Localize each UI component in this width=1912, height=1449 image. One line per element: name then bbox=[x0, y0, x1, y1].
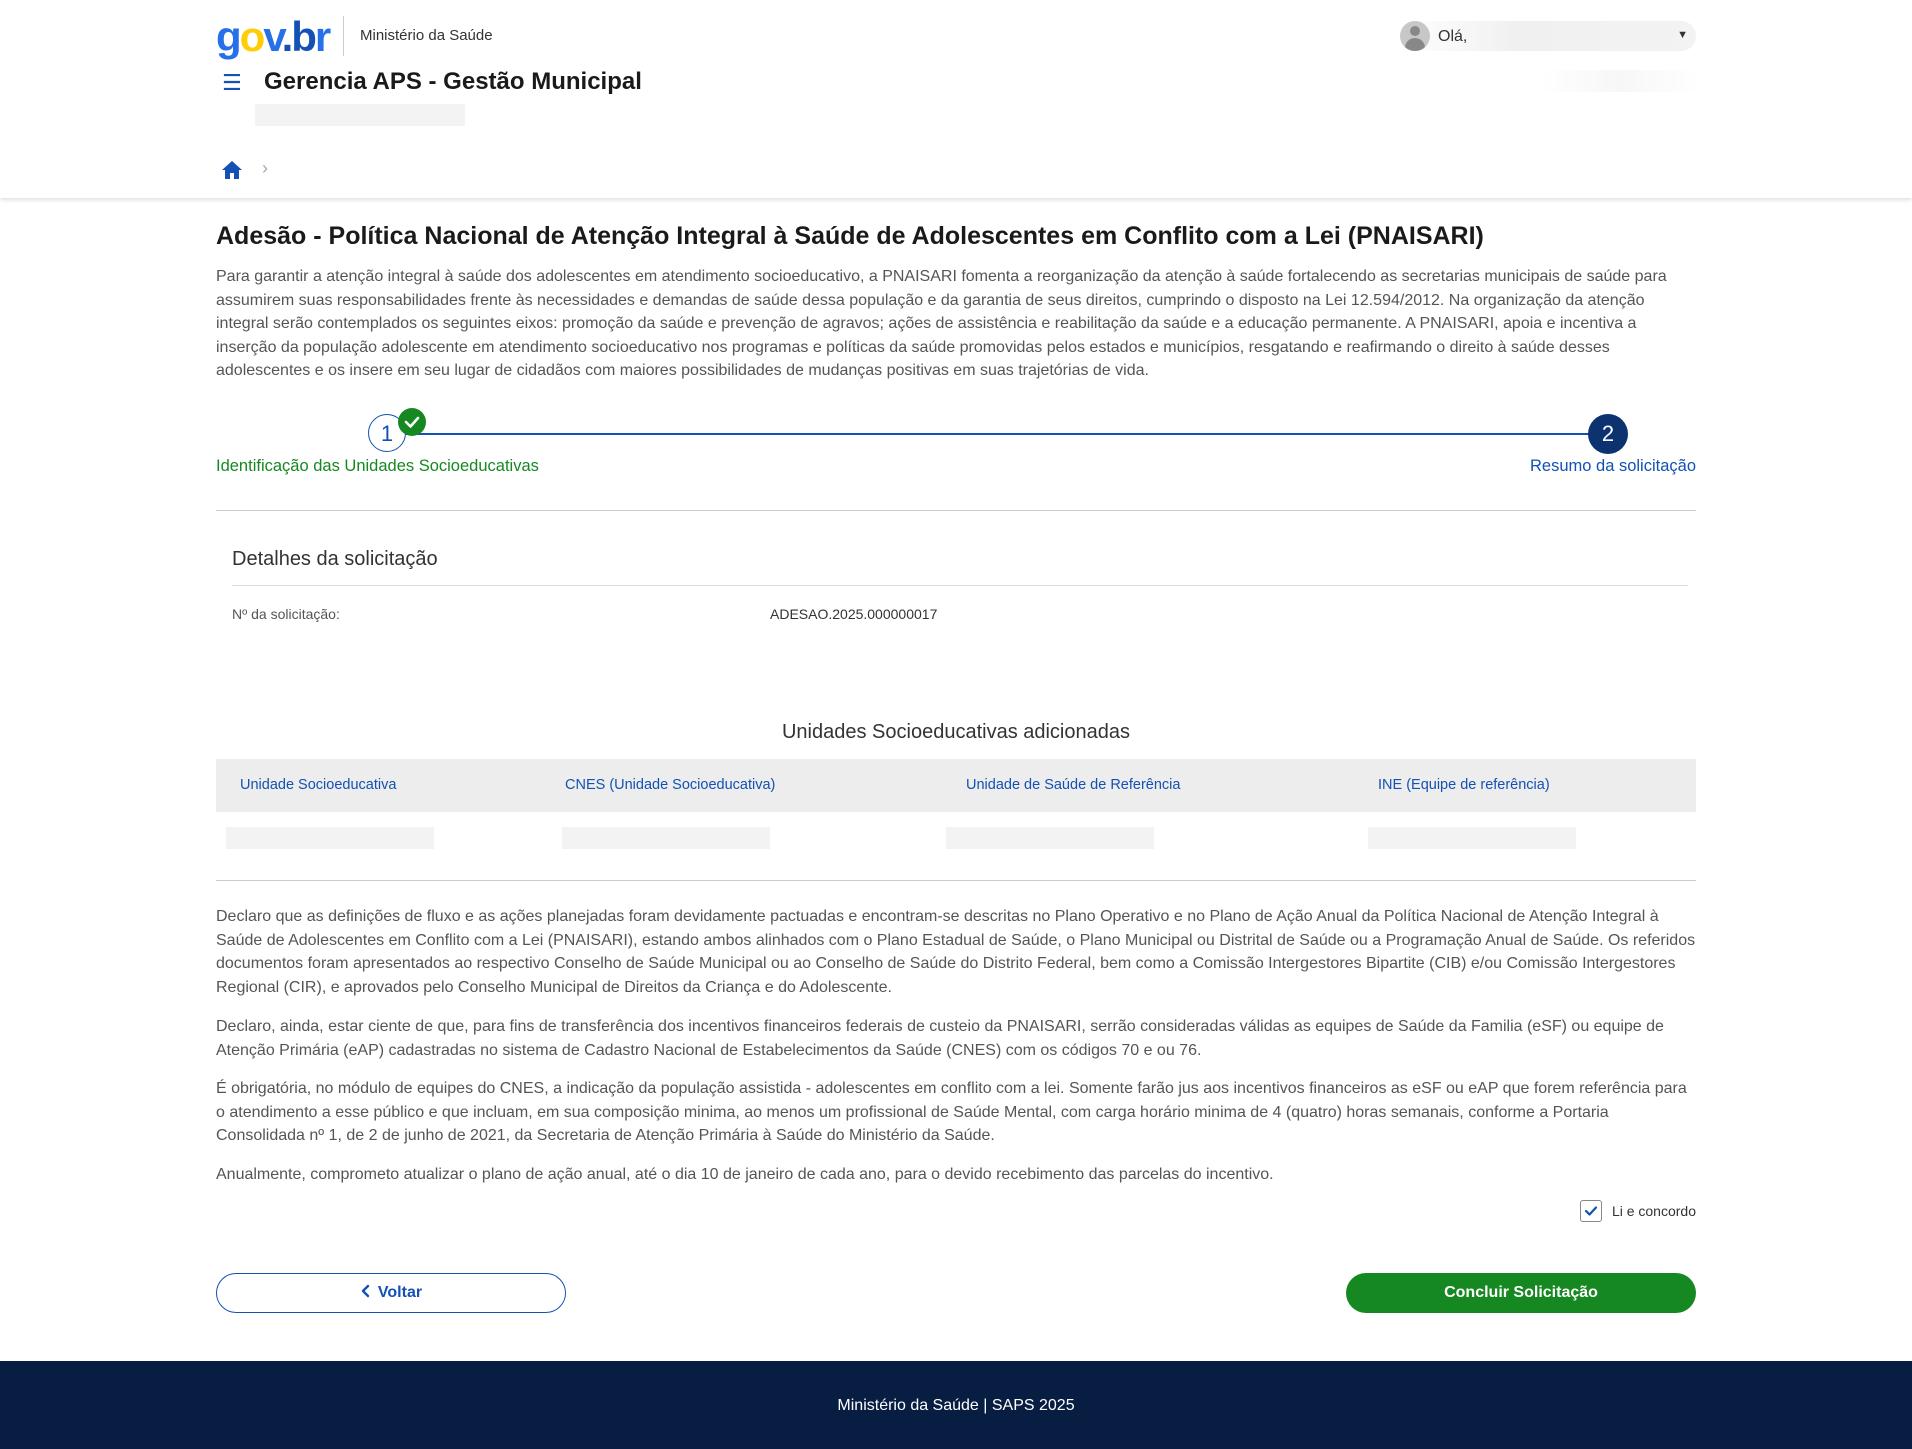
declaration-paragraph: É obrigatória, no módulo de equipes do C… bbox=[216, 1080, 1687, 1145]
units-table-title: Unidades Socioeducativas adicionadas bbox=[781, 721, 1130, 743]
agree-label: Li e concordo bbox=[1611, 1203, 1696, 1219]
redacted-cell bbox=[946, 827, 1154, 849]
divider bbox=[216, 510, 1696, 511]
logo-divider bbox=[343, 16, 344, 56]
user-menu[interactable]: Olá, ▼ bbox=[1400, 21, 1696, 51]
declaration-paragraph: Declaro, ainda, estar ciente de que, par… bbox=[216, 1018, 1664, 1059]
avatar-icon bbox=[1400, 21, 1430, 51]
govbr-logo[interactable]: gov.br bbox=[216, 12, 331, 62]
redacted-header-info bbox=[1540, 70, 1700, 92]
request-number-label: Nº da solicitação: bbox=[232, 606, 340, 622]
check-icon bbox=[398, 408, 426, 436]
declaration-paragraph: Anualmente, comprometo atualizar o plano… bbox=[216, 1166, 1274, 1183]
step-1-label[interactable]: Identificação das Unidades Socioeducativ… bbox=[216, 457, 539, 476]
declaration-paragraph: Declaro que as definições de fluxo e as … bbox=[216, 908, 1696, 996]
divider bbox=[232, 585, 1688, 586]
back-button[interactable]: Voltar bbox=[216, 1273, 566, 1313]
redacted-subtitle bbox=[255, 104, 465, 126]
footer-text: Ministério da Saúde | SAPS 2025 bbox=[837, 1397, 1075, 1414]
stepper-line bbox=[388, 433, 1592, 435]
hamburger-menu-icon[interactable]: ☰ bbox=[222, 70, 242, 96]
submit-button[interactable]: Concluir Solicitação bbox=[1346, 1273, 1696, 1313]
ministry-name: Ministério da Saúde bbox=[360, 27, 493, 44]
details-title: Detalhes da solicitação bbox=[232, 548, 438, 570]
site-header: gov.br Ministério da Saúde Olá, ▼ ☰ Gere… bbox=[0, 0, 1912, 198]
agree-checkbox[interactable] bbox=[1579, 1200, 1602, 1222]
units-table-header: Unidade Socioeducativa CNES (Unidade Soc… bbox=[216, 759, 1696, 812]
home-icon[interactable] bbox=[221, 160, 243, 185]
page-title: Adesão - Política Nacional de Atenção In… bbox=[216, 222, 1484, 250]
redacted-cell bbox=[1368, 827, 1576, 849]
app-title: Gerencia APS - Gestão Municipal bbox=[264, 68, 642, 95]
step-2-circle[interactable]: 2 bbox=[1588, 414, 1628, 454]
back-button-label: Voltar bbox=[377, 1284, 423, 1301]
user-greeting: Olá, bbox=[1438, 28, 1468, 45]
chevron-left-icon bbox=[360, 1284, 370, 1303]
column-header-unidade-referencia[interactable]: Unidade de Saúde de Referência bbox=[966, 777, 1180, 793]
submit-button-label: Concluir Solicitação bbox=[1444, 1284, 1598, 1301]
caret-down-icon: ▼ bbox=[1677, 29, 1688, 41]
redacted-cell bbox=[562, 827, 770, 849]
column-header-cnes[interactable]: CNES (Unidade Socioeducativa) bbox=[565, 777, 775, 793]
divider bbox=[216, 880, 1696, 881]
breadcrumb-chevron-icon: › bbox=[262, 158, 268, 178]
intro-paragraph: Para garantir a atenção integral à saúde… bbox=[216, 268, 1667, 380]
step-2-label[interactable]: Resumo da solicitação bbox=[1530, 457, 1696, 476]
agree-checkbox-row[interactable]: Li e concordo bbox=[1579, 1200, 1696, 1222]
request-number-value: ADESAO.2025.000000017 bbox=[770, 606, 938, 622]
column-header-unidade[interactable]: Unidade Socioeducativa bbox=[240, 777, 396, 793]
redacted-cell bbox=[226, 827, 434, 849]
column-header-ine[interactable]: INE (Equipe de referência) bbox=[1378, 777, 1550, 793]
site-footer: Ministério da Saúde | SAPS 2025 bbox=[0, 1361, 1912, 1449]
